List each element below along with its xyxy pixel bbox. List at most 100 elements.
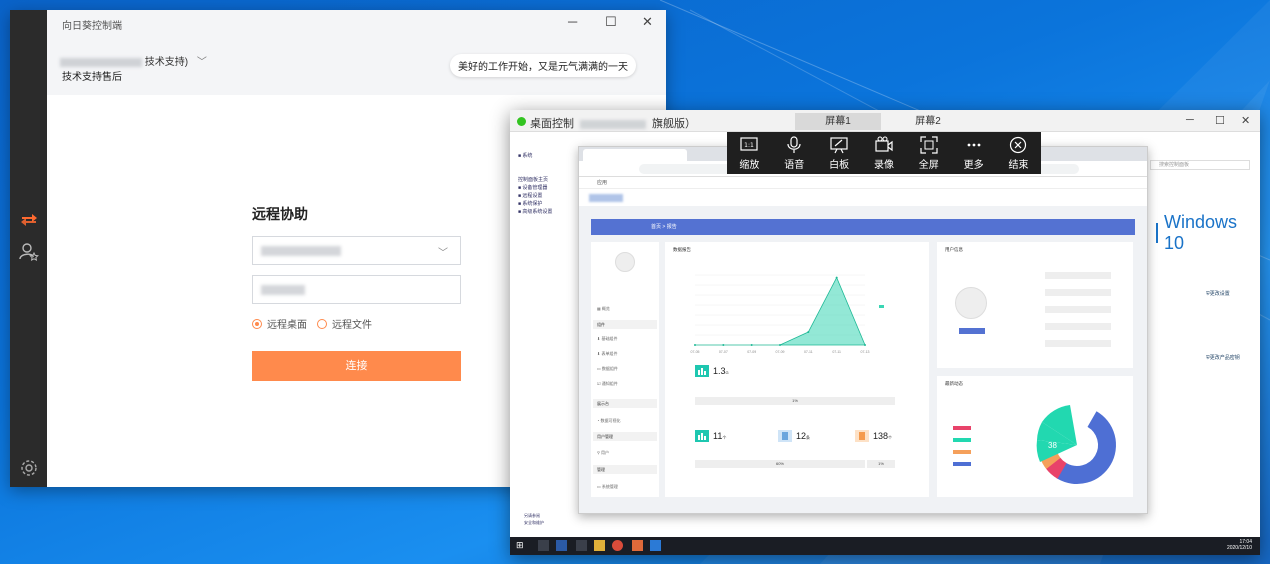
remote-name-blurred [580,119,646,129]
end-icon [1010,136,1027,153]
device-id-field[interactable]: ﹀ [252,236,461,265]
tab-screen-2[interactable]: 屏幕2 [885,113,971,130]
stat-unit: 个 [888,435,893,440]
stat-unit: 条 [806,435,811,440]
stat-count: 11个 [695,430,726,442]
remote-title-bar: 桌面控制 旗舰版） 屏幕1 屏幕2 ─ ☐ ✕ [510,110,1260,132]
connect-button[interactable]: 连接 [252,351,461,381]
maximize-button[interactable]: ☐ [605,14,617,30]
sidebar-item[interactable]: ▦ 概览 [593,304,657,313]
chart-x-tick: 07-13 [861,350,870,354]
chevron-down-icon[interactable]: ﹀ [438,244,448,259]
form-field[interactable] [1045,323,1111,330]
more-icon [967,143,981,146]
browser-tab[interactable] [583,149,687,161]
account-blurred [60,57,142,67]
sidebar-group[interactable]: 展示台 [593,399,657,408]
start-button[interactable]: ⊞ [516,540,527,551]
chevron-down-icon: ﹀ [196,57,207,68]
remote-desktop-view[interactable]: ■ 系统 控制面板主页 ■ 设备管理器 ■ 远程设置 ■ 系统保护 ■ 高级系统设置 Wi… [510,132,1260,537]
remote-close-button[interactable]: ✕ [1241,114,1250,127]
toolbar-fullscreen-button[interactable]: 全屏 [909,135,949,171]
chart-point [750,344,753,346]
sidebar-item[interactable]: ◔ 数据可视化 [593,416,657,425]
user-star-icon[interactable] [19,242,39,262]
form-field[interactable] [1045,289,1111,296]
tab-screen-1[interactable]: 屏幕1 [795,113,881,130]
radio-remote-desktop[interactable]: 远程桌面 [252,316,307,331]
stat-storage: 1.3G [695,365,729,377]
taskbar-app[interactable] [632,540,643,551]
chart-point [864,344,866,346]
radio-label: 远程文件 [332,320,372,331]
progress-bar: 1% [695,397,895,405]
chart-point [722,344,725,346]
stat-value: 12条 [796,431,810,441]
tray-date: 2020/12/10 [1226,545,1252,551]
remote-minimize-button[interactable]: ─ [1186,114,1194,126]
stat-number: 11 [713,431,723,441]
admin-dashboard: 首页 > 报告 ▦ 概览 组件 ⬇ 基础组件 ⬇ 表单组件 ▭ 数据组件 ☑ 通… [579,190,1147,513]
taskbar-app[interactable] [576,540,587,551]
sidebar-group[interactable]: 组件 [593,320,657,329]
status-dot-icon [517,117,526,126]
sidebar-item[interactable]: ☑ 通知组件 [593,379,657,388]
radio-label: 远程桌面 [267,320,307,331]
mic-icon [787,135,801,153]
bookmarks-bar: 应用 [579,177,1147,189]
bar-chart-icon [695,430,709,442]
taskbar-app[interactable] [594,540,605,551]
taskbar-app[interactable] [556,540,567,551]
windows-brand: Windows 10 [1156,212,1260,254]
sidebar-item[interactable]: ▭ 数据组件 [593,364,657,373]
explorer-search-box[interactable]: 搜索控制面板 [1150,160,1250,170]
upload-avatar-button[interactable] [959,328,985,334]
radio-remote-file[interactable]: 远程文件 [317,316,372,331]
chrome-icon[interactable] [612,540,623,551]
bar-chart-icon [695,365,709,377]
app-title: 向日葵控制端 [62,21,122,32]
stat-number: 138 [873,431,889,441]
admin-logo [589,194,623,202]
sidebar-item[interactable]: ⬇ 基础组件 [593,334,657,343]
gear-icon[interactable] [19,458,39,478]
toolbar-voice-button[interactable]: 语音 [774,135,814,171]
chart-point [694,344,696,346]
legend-swatch [953,450,971,454]
sidebar-item[interactable]: ⚲ 用户 [593,448,657,457]
verify-code-field[interactable] [252,275,461,304]
taskbar-app[interactable] [650,540,661,551]
change-product-key-link[interactable]: ⛨更改产品密钥 [1206,354,1240,361]
remote-assist-icon[interactable] [19,210,39,230]
form-field[interactable] [1045,306,1111,313]
toolbar-end-button[interactable]: 结束 [998,136,1038,171]
scale-icon: 1:1 [740,136,759,151]
toolbar-more-button[interactable]: 更多 [954,136,994,171]
toolbar-label: 语音 [784,159,805,171]
sidebar-item[interactable]: ⬇ 表单组件 [593,349,657,358]
system-tray-clock[interactable]: 17:04 2020/12/10 [1227,539,1252,551]
minimize-button[interactable]: ─ [568,14,577,29]
sidebar-group[interactable]: 用户管理 [593,432,657,441]
stat-value: 138个 [873,431,892,441]
sidebar-item[interactable]: ▭ 系统管理 [593,482,657,491]
sidebar-group[interactable]: 管理 [593,465,657,474]
activity-card: 最新动态 38 [937,376,1133,497]
toolbar-label: 白板 [829,159,850,171]
form-field[interactable] [1045,340,1111,347]
toolbar-whiteboard-button[interactable]: 白板 [819,136,859,171]
remote-maximize-button[interactable]: ☐ [1215,114,1225,127]
toolbar-record-button[interactable]: 录像 [864,136,904,171]
avatar [615,252,635,272]
title-bar: 向日葵控制端 ─ ☐ ✕ 技术支持) ﹀ 技术支持售后 美好的工作开始，又是元气… [47,10,666,95]
card-title: 最新动态 [945,381,963,386]
account-switcher[interactable]: 技术支持) ﹀ [60,53,207,68]
chart-x-tick: 07-11 [804,350,813,354]
admin-breadcrumb: 首页 > 报告 [591,219,1135,235]
form-field[interactable] [1045,272,1111,279]
taskbar-app[interactable] [538,540,549,551]
stat-number: 1.3 [713,366,726,376]
change-settings-link[interactable]: ⛨更改设置 [1206,290,1230,297]
close-button[interactable]: ✕ [642,14,653,30]
toolbar-zoom-button[interactable]: 1:1 缩放 [729,136,769,171]
